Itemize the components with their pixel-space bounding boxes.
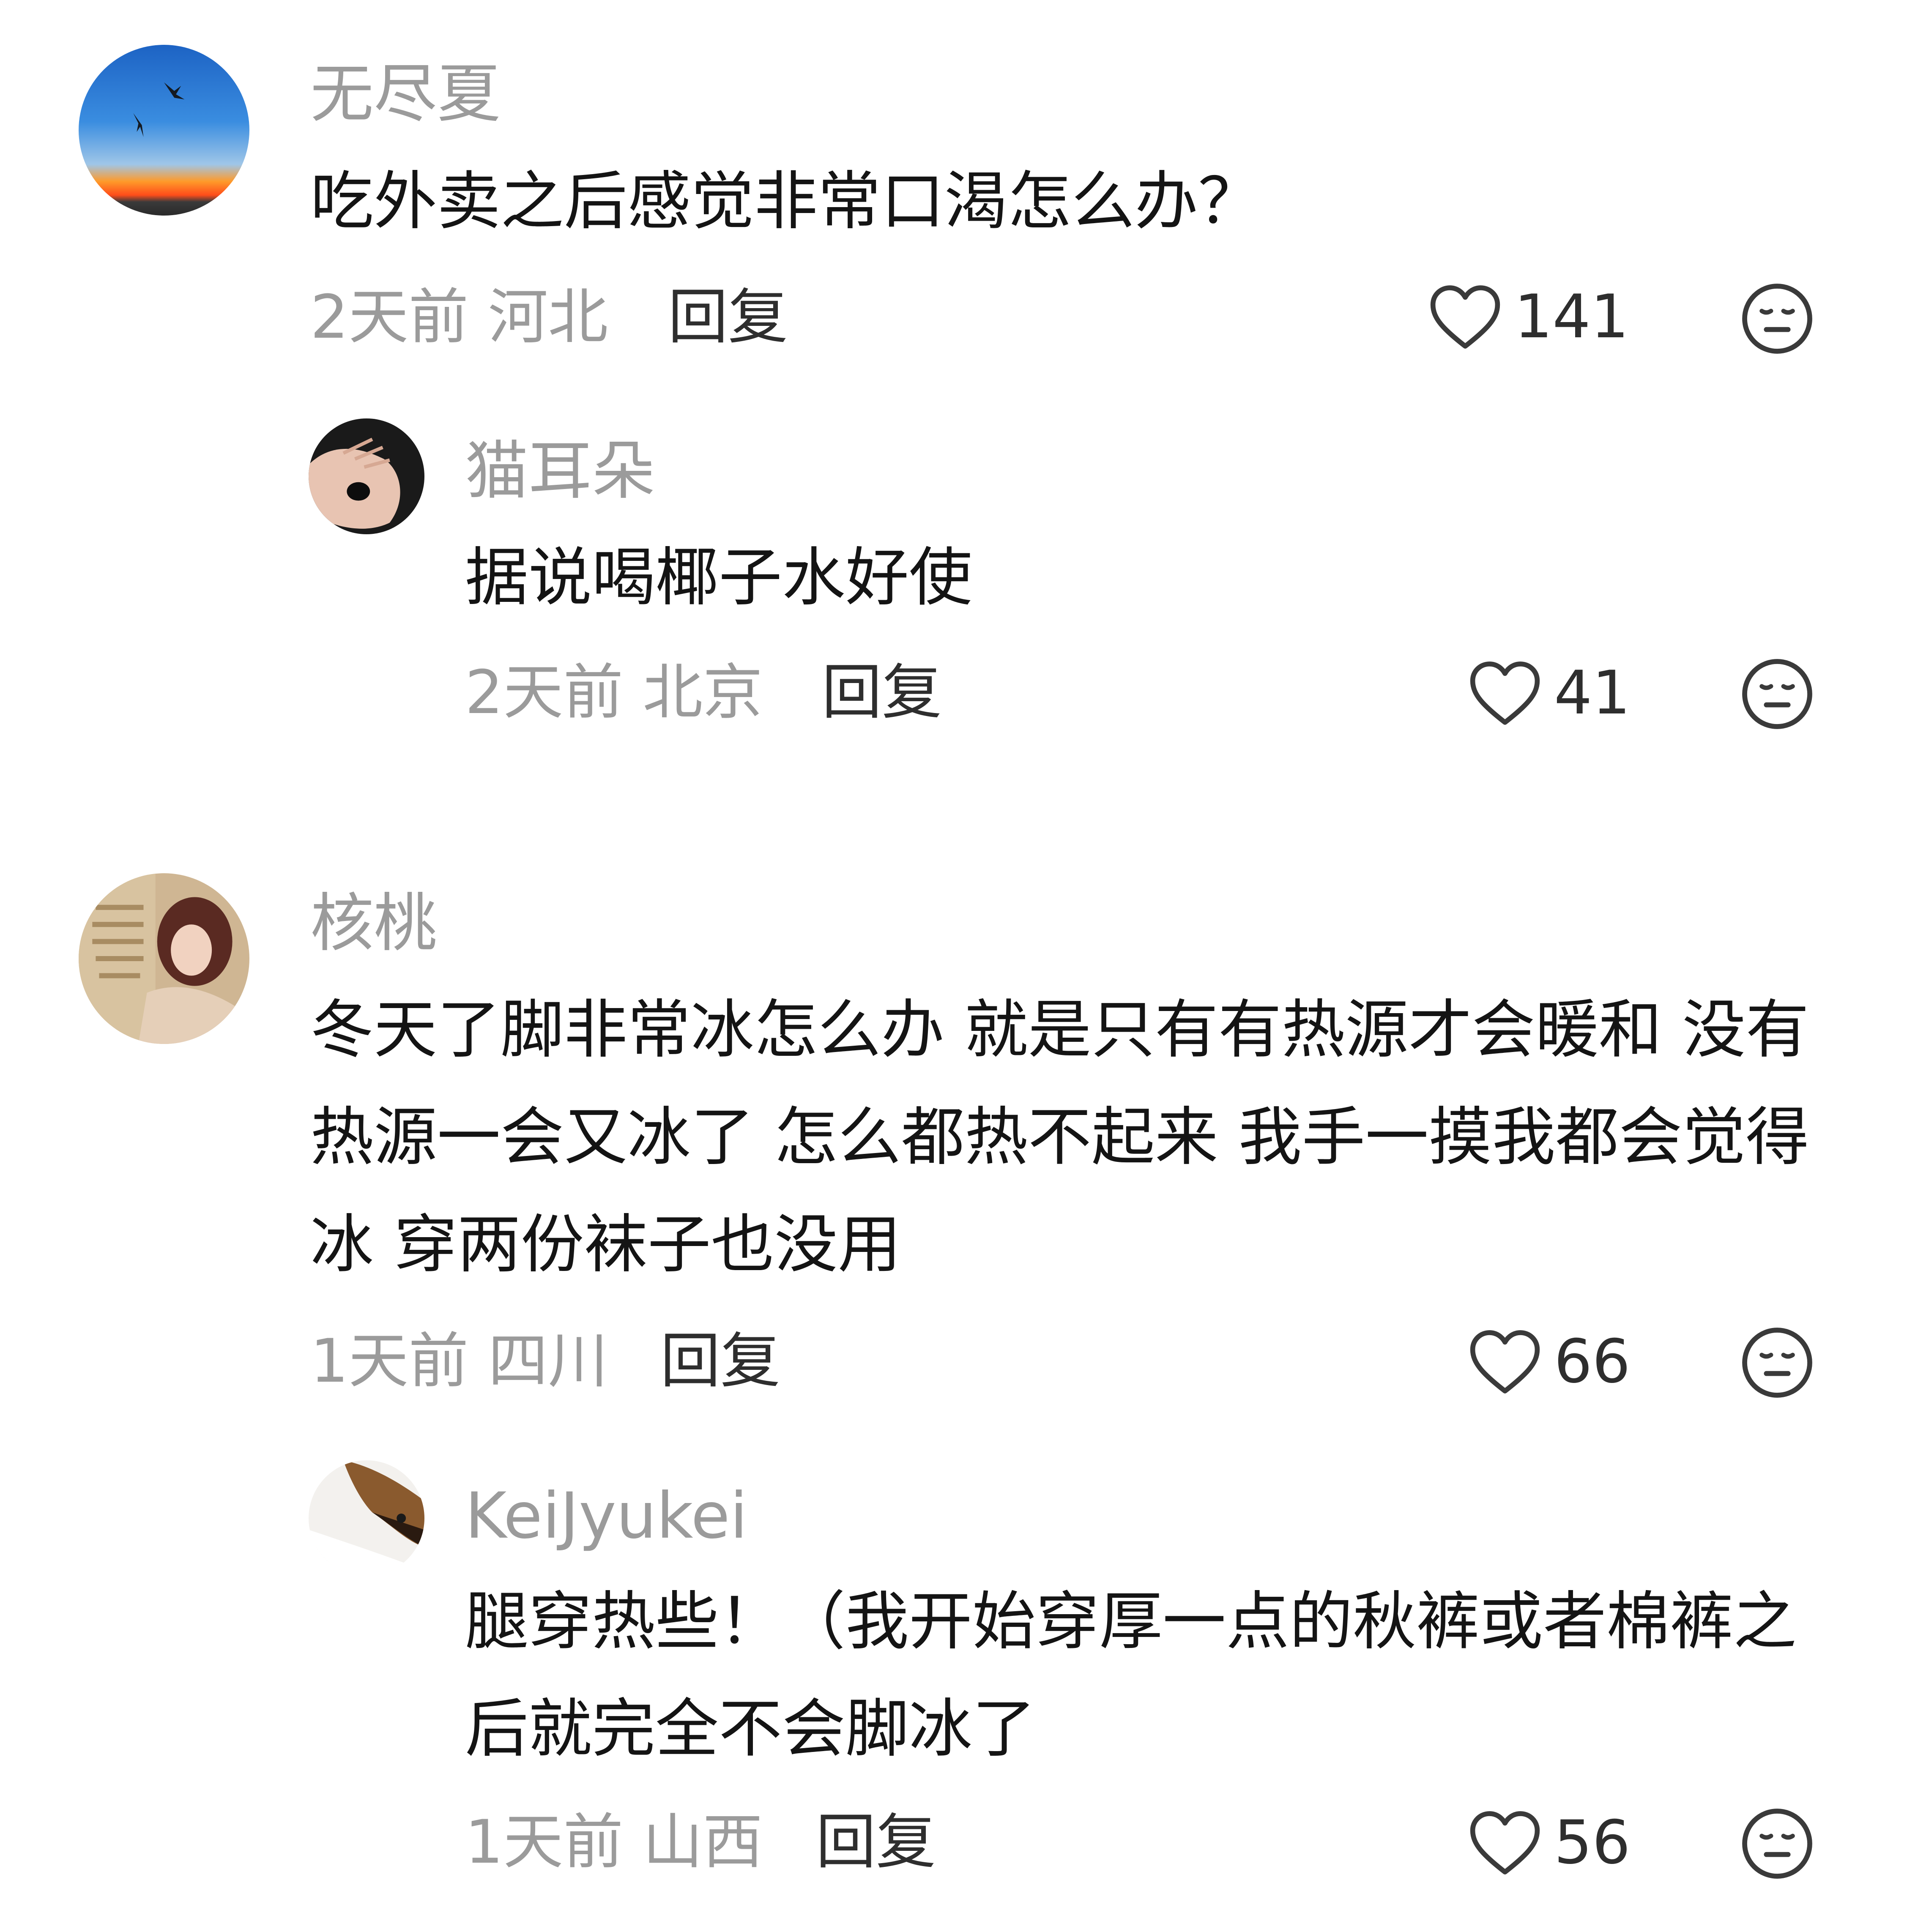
dislike-button[interactable] [1740, 281, 1814, 356]
comment-location: 山西 [643, 1807, 763, 1877]
comment-location: 北京 [643, 658, 763, 727]
like-button[interactable]: 66 [1468, 1328, 1631, 1396]
username[interactable]: 核桃 [310, 892, 437, 955]
comment-meta: 2天前 河北 [310, 287, 608, 347]
meh-face-icon [1742, 1328, 1812, 1398]
comment-meta: 1天前 四川 [310, 1331, 608, 1391]
comment-time: 2天前 [310, 282, 469, 352]
heart-outline-icon [1430, 285, 1500, 349]
like-button[interactable]: 41 [1468, 659, 1631, 727]
comment-time: 2天前 [465, 658, 624, 727]
comment-location: 四川 [488, 1326, 608, 1396]
heart-outline-icon [1470, 1811, 1540, 1875]
avatar[interactable] [79, 873, 249, 1044]
avatar[interactable] [309, 1460, 424, 1576]
meh-face-icon [1742, 1809, 1812, 1879]
dog-avatar-image [309, 1460, 424, 1576]
comment-meta: 1天前 山西 [465, 1812, 763, 1872]
comment-time: 1天前 [465, 1807, 624, 1877]
reply-button[interactable]: 回复 [660, 1331, 780, 1391]
dislike-button[interactable] [1740, 1806, 1814, 1881]
meh-face-icon [1742, 659, 1812, 729]
sunset-birds-avatar-image [79, 45, 249, 216]
meh-face-icon [1742, 284, 1812, 354]
like-count: 56 [1554, 1808, 1631, 1877]
hand-stone-avatar-image [309, 418, 424, 534]
dislike-button[interactable] [1740, 1325, 1814, 1400]
like-count: 66 [1554, 1327, 1631, 1396]
username[interactable]: 猫耳朵 [465, 440, 655, 503]
comment-time: 1天前 [310, 1326, 469, 1396]
dislike-button[interactable] [1740, 657, 1814, 731]
username[interactable]: 无尽夏 [310, 63, 501, 126]
comment-text: 腿穿热些！（我开始穿厚一点的秋裤或者棉裤之后就完全不会脚冰了 [465, 1585, 1797, 1766]
reply-button[interactable]: 回复 [668, 287, 788, 347]
like-count: 141 [1514, 282, 1629, 352]
like-button[interactable]: 56 [1468, 1809, 1631, 1877]
heart-outline-icon [1470, 661, 1540, 725]
reply-button[interactable]: 回复 [822, 663, 942, 723]
woman-skeleton-avatar-image [79, 873, 249, 1044]
comment-text: 吃外卖之后感觉非常口渴怎么办？ [310, 165, 1262, 238]
reply-button[interactable]: 回复 [816, 1812, 936, 1872]
like-count: 41 [1554, 658, 1631, 728]
like-button[interactable]: 141 [1428, 283, 1629, 351]
comment-meta: 2天前 北京 [465, 663, 763, 723]
comment-location: 河北 [488, 282, 608, 352]
username[interactable]: KeiJyukei [465, 1484, 747, 1548]
heart-outline-icon [1470, 1330, 1540, 1394]
comment-text: 冬天了脚非常冰怎么办 就是只有有热源才会暖和 没有热源一会又冰了 怎么都热不起来… [310, 993, 1809, 1282]
avatar[interactable] [309, 418, 424, 534]
avatar[interactable] [79, 45, 249, 216]
comment-text: 据说喝椰子水好使 [465, 541, 973, 615]
